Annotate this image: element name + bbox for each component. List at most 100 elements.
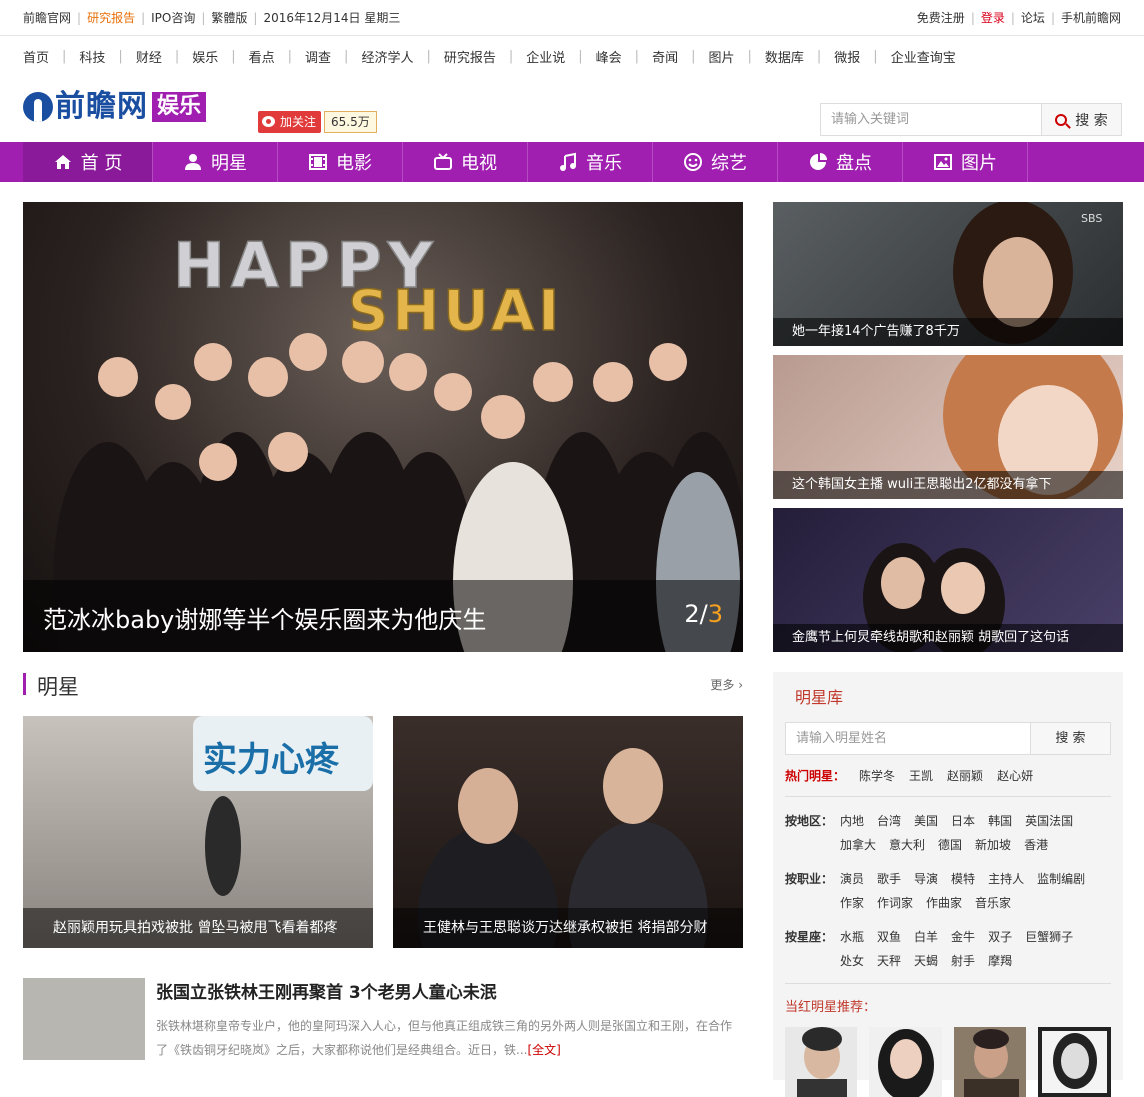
channel-nav-item[interactable]: 企业说: [526, 47, 565, 66]
filter-option[interactable]: 演员: [840, 867, 864, 891]
recommended-stars-label: 当红明星推荐：: [785, 1000, 877, 1015]
star-avatar[interactable]: [785, 1027, 858, 1097]
filter-option[interactable]: 新加坡: [975, 833, 1011, 857]
tile-story-1[interactable]: 实力心疼 赵丽颖用玩具拍戏被批 曾坠马被甩飞看着都疼: [23, 716, 373, 948]
search-input[interactable]: 请输入关键词: [821, 104, 1041, 135]
site-logo[interactable]: 前瞻网 娱乐: [23, 91, 207, 123]
filter-option[interactable]: 模特: [951, 867, 975, 891]
more-link[interactable]: 更多 ›: [710, 676, 743, 693]
top-link-traditional[interactable]: 繁體版: [211, 11, 247, 25]
side-story-2[interactable]: 这个韩国女主播 wuli王思聪出2亿都没有拿下: [773, 355, 1123, 499]
main-nav-person[interactable]: 明星: [153, 142, 278, 182]
channel-nav-item[interactable]: 数据库: [765, 47, 804, 66]
filter-option[interactable]: 摩羯: [988, 949, 1012, 973]
filter-option[interactable]: 导演: [914, 867, 938, 891]
filter-option[interactable]: 香港: [1024, 833, 1048, 857]
main-nav-label: 综艺: [711, 153, 747, 174]
filter-option[interactable]: 天秤: [877, 949, 901, 973]
filter-option[interactable]: 巨蟹: [1025, 925, 1049, 949]
filter-option[interactable]: 内地: [840, 809, 864, 833]
hot-star-link[interactable]: 王凯: [909, 769, 933, 783]
filter-option[interactable]: 金牛: [951, 925, 975, 949]
news-headline[interactable]: 张国立张铁林王刚再聚首 3个老男人童心未泯: [156, 978, 497, 1003]
top-link-official[interactable]: 前瞻官网: [23, 11, 71, 25]
main-nav-home[interactable]: 首 页: [23, 142, 153, 182]
full-article-link[interactable]: [全文]: [527, 1043, 560, 1057]
channel-nav-item[interactable]: 看点: [249, 47, 275, 66]
top-link-research[interactable]: 研究报告: [87, 11, 135, 25]
filter-option[interactable]: 美国: [914, 809, 938, 833]
channel-nav-item[interactable]: 经济学人: [361, 47, 413, 66]
tile-story-1-overlay-text: 实力心疼: [203, 740, 340, 780]
main-nav-pie[interactable]: 盘点: [778, 142, 903, 182]
filter-option[interactable]: 水瓶: [840, 925, 864, 949]
filter-option[interactable]: 作家: [840, 891, 864, 915]
hot-star-link[interactable]: 陈学冬: [859, 769, 895, 783]
main-nav-label: 电影: [336, 153, 372, 174]
filter-option[interactable]: 音乐家: [975, 891, 1011, 915]
filter-option[interactable]: 编剧: [1061, 867, 1085, 891]
channel-nav-item[interactable]: 调查: [305, 47, 331, 66]
channel-nav-item[interactable]: 图片: [708, 47, 734, 66]
forum-link[interactable]: 论坛: [1021, 11, 1045, 25]
filter-option[interactable]: 法国: [1049, 809, 1073, 833]
mobile-link[interactable]: 手机前瞻网: [1061, 11, 1121, 25]
filter-option[interactable]: 天蝎: [914, 949, 938, 973]
main-nav-image[interactable]: 图片: [903, 142, 1028, 182]
filter-option[interactable]: 主持人: [988, 867, 1024, 891]
main-nav-smile[interactable]: 综艺: [653, 142, 778, 182]
main-nav-tv[interactable]: 电视: [403, 142, 528, 182]
search-button[interactable]: 搜 索: [1041, 104, 1121, 135]
filter-option[interactable]: 处女: [840, 949, 864, 973]
star-search-button[interactable]: 搜 索: [1030, 723, 1110, 754]
star-library-title: 明星库: [795, 688, 844, 707]
filter-option[interactable]: 韩国: [988, 809, 1012, 833]
filter-option[interactable]: 双鱼: [877, 925, 901, 949]
channel-nav-item[interactable]: 财经: [136, 47, 162, 66]
channel-nav-item[interactable]: 企业查询宝: [891, 47, 956, 66]
star-search-input[interactable]: 请输入明星姓名: [786, 723, 1030, 754]
channel-nav-item[interactable]: 科技: [79, 47, 105, 66]
top-link-ipo[interactable]: IPO咨询: [151, 11, 195, 25]
filter-option[interactable]: 监制: [1037, 867, 1061, 891]
filter-option[interactable]: 台湾: [877, 809, 901, 833]
side-story-3[interactable]: 金鹰节上何炅牵线胡歌和赵丽颖 胡歌回了这句话: [773, 508, 1123, 652]
filter-option[interactable]: 意大利: [889, 833, 925, 857]
filter-option[interactable]: 日本: [951, 809, 975, 833]
side-story-1[interactable]: SBS 她一年接14个广告赚了8千万: [773, 202, 1123, 346]
filter-option[interactable]: 双子: [988, 925, 1012, 949]
channel-nav-item[interactable]: 奇闻: [652, 47, 678, 66]
channel-nav-item[interactable]: 微报: [834, 47, 860, 66]
filter-option[interactable]: 作曲家: [926, 891, 962, 915]
filter-option[interactable]: 英国: [1025, 809, 1049, 833]
star-avatar[interactable]: [953, 1027, 1027, 1097]
star-avatar[interactable]: [869, 1027, 942, 1097]
hot-star-link[interactable]: 赵丽颖: [947, 769, 983, 783]
hero-caption[interactable]: 范冰冰baby谢娜等半个娱乐圈来为他庆生: [43, 600, 486, 634]
channel-nav-item[interactable]: 娱乐: [192, 47, 218, 66]
hot-star-link[interactable]: 赵心妍: [997, 769, 1033, 783]
main-nav-film[interactable]: 电影: [278, 142, 403, 182]
filter-option[interactable]: 射手: [951, 949, 975, 973]
logo-mark-icon: [23, 92, 53, 122]
filter-option[interactable]: 加拿大: [840, 833, 876, 857]
news-thumbnail[interactable]: [23, 978, 145, 1060]
filter-option[interactable]: 作词家: [877, 891, 913, 915]
channel-nav-item[interactable]: 峰会: [596, 47, 622, 66]
filter-option[interactable]: 白羊: [914, 925, 938, 949]
main-nav-music[interactable]: 音乐: [528, 142, 653, 182]
filter-option[interactable]: 狮子: [1049, 925, 1073, 949]
filter-option[interactable]: 德国: [938, 833, 962, 857]
tile-story-2[interactable]: 王健林与王思聪谈万达继承权被拒 将捐部分财: [393, 716, 743, 948]
date-text: 2016年12月14日 星期三: [263, 11, 401, 25]
weibo-follow[interactable]: 加关注 65.5万: [258, 111, 377, 133]
star-avatar[interactable]: [1038, 1027, 1112, 1097]
login-link[interactable]: 登录: [981, 11, 1005, 25]
channel-nav-item[interactable]: 首页: [23, 47, 49, 66]
filter-option[interactable]: 歌手: [877, 867, 901, 891]
hot-stars-label: 热门明星：: [785, 769, 846, 783]
register-link[interactable]: 免费注册: [917, 11, 965, 25]
channel-nav-item[interactable]: 研究报告: [444, 47, 496, 66]
hero-slider[interactable]: HAPPY SHUAI 范冰冰baby谢娜等半个娱乐圈来为他庆生 2/3: [23, 202, 743, 652]
weibo-follow-button[interactable]: 加关注: [258, 111, 322, 133]
